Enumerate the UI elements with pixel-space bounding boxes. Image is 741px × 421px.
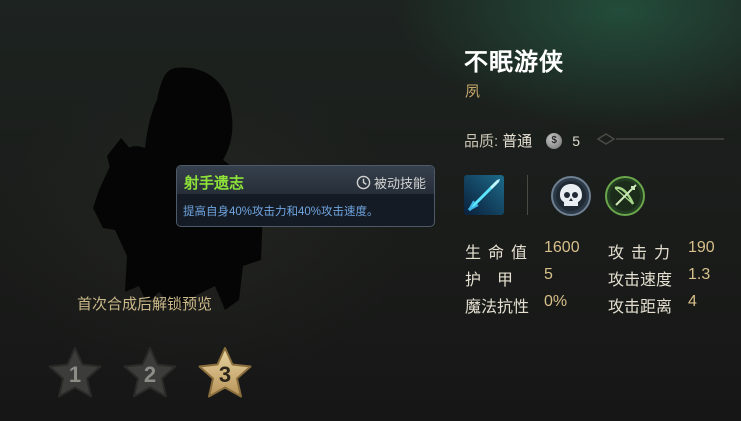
star-level-1[interactable]: 1 — [46, 345, 104, 401]
stat-value: 1.3 — [688, 266, 711, 283]
coin-icon: $ — [546, 132, 563, 149]
stat-attack-speed: 攻击速度 1.3 — [608, 266, 710, 290]
quality-value: 普通 — [502, 133, 533, 150]
stat-value: 5 — [544, 266, 553, 283]
stat-hp: 生命值 1600 — [465, 239, 580, 263]
stat-label: 魔法抗性 — [465, 299, 530, 316]
stat-armor: 护 甲 5 — [465, 266, 553, 290]
stat-label: 攻击距离 — [608, 299, 673, 316]
stat-label: 生命值 — [465, 245, 535, 262]
clock-icon — [356, 175, 371, 190]
star-level-2[interactable]: 2 — [121, 345, 179, 401]
stat-label: 攻击力 — [608, 245, 678, 262]
ornament-divider-icon — [596, 133, 724, 145]
skill-type: 被动技能 — [356, 173, 426, 192]
star-level-label: 2 — [143, 362, 157, 387]
stat-value: 0% — [544, 293, 568, 310]
star-level-label: 3 — [218, 362, 232, 387]
skill-type-label: 被动技能 — [373, 176, 426, 191]
stat-label: 攻击速度 — [608, 272, 673, 289]
stat-value: 1600 — [544, 239, 580, 256]
hero-cost: 5 — [572, 132, 580, 149]
stat-value: 4 — [688, 293, 697, 310]
arrow-skill-icon[interactable] — [464, 175, 504, 215]
stat-attack: 攻击力 190 — [608, 239, 715, 263]
stat-label: 护 甲 — [465, 272, 514, 289]
skill-description: 提高自身40%攻击力和40%攻击速度。 — [183, 206, 379, 218]
skill-name: 射手遗志 — [184, 175, 245, 192]
star-level-label: 1 — [68, 362, 82, 387]
star-level-3[interactable]: 3 — [196, 345, 254, 401]
skill-tooltip-header: 射手遗志 被动技能 — [177, 166, 434, 194]
stat-magic-resist: 魔法抗性 0% — [465, 293, 567, 317]
trait-crossbow-icon[interactable] — [604, 175, 646, 217]
trait-skull-icon[interactable] — [550, 175, 592, 217]
stat-attack-range: 攻击距离 4 — [608, 293, 697, 317]
quality-row: 品质: 普通 $ 5 — [464, 130, 580, 151]
quality-label: 品质: — [464, 133, 499, 150]
hero-origin: 夙 — [465, 83, 481, 100]
stat-value: 190 — [688, 239, 715, 256]
hero-name: 不眠游侠 — [464, 49, 564, 76]
skill-tooltip: 射手遗志 被动技能 提高自身40%攻击力和40%攻击速度。 — [176, 165, 435, 227]
divider — [527, 175, 528, 215]
unlock-hint: 首次合成后解锁预览 — [77, 296, 213, 313]
